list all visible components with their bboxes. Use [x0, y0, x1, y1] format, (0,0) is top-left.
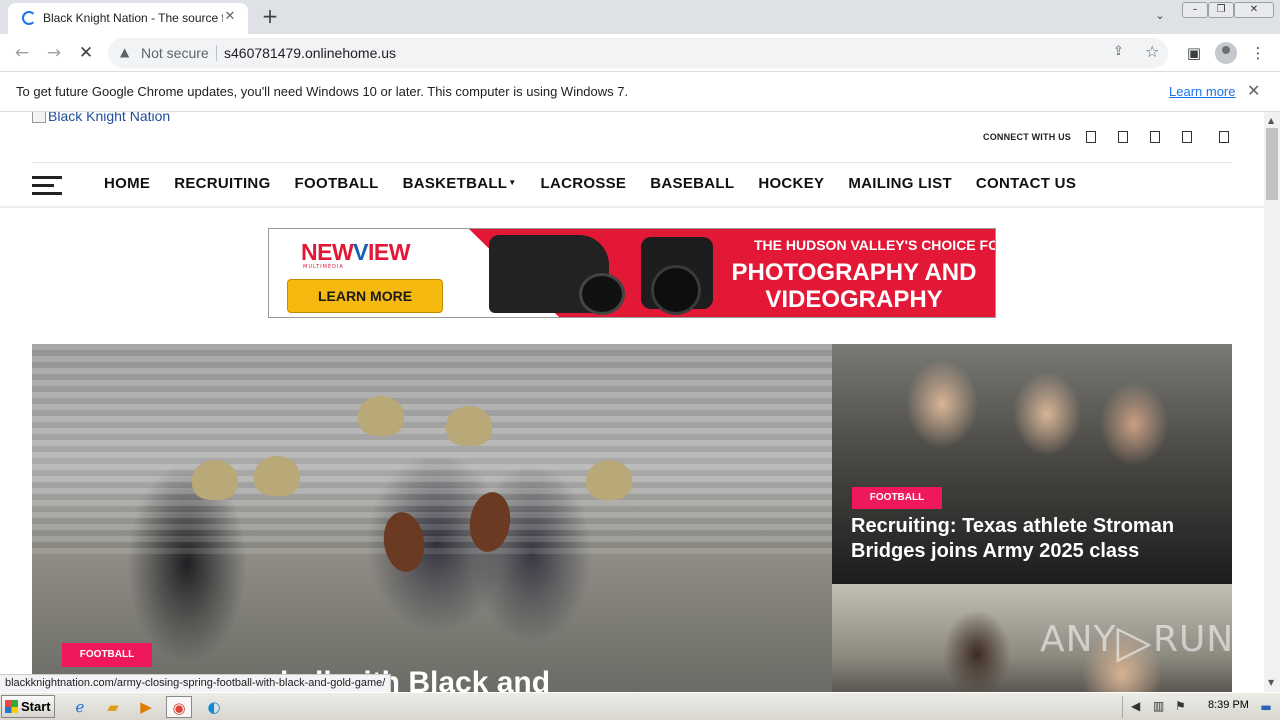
ad-brand-sub: MULTIMEDIA — [303, 264, 344, 270]
page-viewport: Black Knight Nation CONNECT WITH US HOME… — [0, 112, 1264, 692]
nav-baseball[interactable]: BASEBALL — [650, 175, 734, 192]
ad-tagline-large: PHOTOGRAPHY AND VIDEOGRAPHY — [731, 259, 977, 313]
ad-banner[interactable]: NEWVIEW MULTIMEDIA LEARN MORE THE HUDSON… — [268, 228, 996, 318]
taskbar-clock[interactable]: 8:39 PM — [1208, 699, 1249, 711]
stadium-seats — [32, 344, 832, 554]
page-scrollbar[interactable]: ▲ ▼ — [1264, 112, 1280, 692]
profile-icon[interactable] — [1215, 42, 1237, 64]
url-text[interactable]: s460781479.onlinehome.us — [224, 45, 396, 61]
edge-icon[interactable]: ◐ — [201, 696, 227, 718]
nav-basketball-label: BASKETBALL — [402, 175, 508, 192]
nav-football[interactable]: FOOTBALL — [295, 175, 379, 192]
status-bubble-url: blackknightnation.com/army-closing-sprin… — [0, 674, 392, 692]
card-category-badge[interactable]: FOOTBALL — [852, 487, 942, 509]
tab-close-icon[interactable]: ✕ — [222, 9, 238, 25]
tab-search-chevron-icon[interactable]: ⌄ — [1152, 9, 1168, 25]
site-logo[interactable]: Black Knight Nation — [32, 112, 170, 124]
update-infobar: To get future Google Chrome updates, you… — [0, 72, 1280, 112]
nav-home[interactable]: HOME — [104, 175, 150, 192]
start-button[interactable]: Start — [1, 695, 55, 718]
star-icon[interactable]: ☆ — [1145, 42, 1159, 61]
card-headline[interactable]: Recruiting: Texas athlete Stroman Bridge… — [851, 514, 1226, 564]
network-icon[interactable]: ▥ — [1153, 699, 1164, 713]
nav-basketball[interactable]: BASKETBALL▼ — [403, 175, 517, 192]
ad-brand-logo: NEWVIEW — [301, 239, 410, 265]
header-divider — [32, 162, 1232, 163]
anyrun-watermark: ANY▷RUN — [1040, 614, 1235, 668]
helmet-shape — [358, 396, 404, 436]
nav-lacrosse[interactable]: LACROSSE — [541, 175, 627, 192]
infobar-message: To get future Google Chrome updates, you… — [16, 84, 629, 99]
caret-down-icon: ▼ — [508, 178, 517, 187]
hero-article[interactable]: FOOTBALL ball with Black and — [32, 344, 832, 692]
social-icon[interactable] — [1219, 131, 1229, 143]
tab-strip: Black Knight Nation - The source for ✕ +… — [0, 0, 1280, 34]
minimize-button[interactable]: – — [1182, 2, 1208, 18]
system-tray: ◀ ▥ ⚑ — [1122, 696, 1278, 718]
social-icon[interactable] — [1118, 131, 1128, 143]
ad-tagline-small: THE HUDSON VALLEY'S CHOICE FOR — [754, 237, 996, 253]
dslr-camera-image — [641, 237, 713, 315]
nav-hockey[interactable]: HOCKEY — [758, 175, 824, 192]
broken-image-icon — [32, 112, 46, 123]
action-center-flag-icon[interactable]: ⚑ — [1175, 699, 1186, 713]
scroll-up-icon[interactable]: ▲ — [1268, 116, 1274, 125]
social-icon[interactable] — [1150, 131, 1160, 143]
logo-alt-text: Black Knight Nation — [48, 112, 171, 124]
new-tab-button[interactable]: + — [258, 6, 282, 28]
folder-icon[interactable]: ▰ — [100, 696, 126, 718]
kebab-menu-icon[interactable]: ⋮ — [1247, 42, 1269, 64]
hero-category-badge[interactable]: FOOTBALL — [62, 643, 152, 667]
restore-button[interactable]: ❐ — [1208, 2, 1234, 18]
side-panel-icon[interactable]: ▣ — [1183, 42, 1205, 64]
nav-mailing-list[interactable]: MAILING LIST — [848, 175, 952, 192]
infobar-close-icon[interactable]: ✕ — [1247, 81, 1260, 100]
window-close-button[interactable]: ✕ — [1234, 2, 1274, 18]
tab-title: Black Knight Nation - The source for — [43, 11, 223, 25]
show-desktop-icon[interactable]: ▬ — [1256, 696, 1276, 718]
helmet-shape — [586, 460, 632, 500]
play-icon: ▷ — [1116, 614, 1153, 668]
helmet-shape — [254, 456, 300, 496]
helmet-shape — [446, 406, 492, 446]
scrollbar-thumb[interactable] — [1266, 128, 1278, 200]
stop-icon[interactable]: ✕ — [75, 42, 97, 64]
browser-toolbar: ← → ✕ ▲ Not secure s460781479.onlinehome… — [0, 34, 1280, 72]
hamburger-icon[interactable] — [32, 176, 62, 196]
security-label[interactable]: Not secure — [141, 45, 209, 61]
share-icon[interactable]: ⇪ — [1113, 44, 1124, 59]
windows-taskbar: Start ℯ ▰ ▶ ◉ ◐ ◀ ▥ ⚑ 8:39 PM ▬ — [0, 692, 1280, 720]
social-icon[interactable] — [1086, 131, 1096, 143]
nav-shadow — [0, 206, 1264, 208]
ie-icon[interactable]: ℯ — [67, 696, 93, 718]
learn-more-link[interactable]: Learn more — [1169, 84, 1235, 99]
volume-icon[interactable]: ◀ — [1131, 699, 1140, 713]
helmet-shape — [192, 460, 238, 500]
browser-tab[interactable]: Black Knight Nation - The source for ✕ — [8, 3, 248, 34]
warning-icon[interactable]: ▲ — [120, 45, 129, 59]
nav-recruiting[interactable]: RECRUITING — [174, 175, 270, 192]
video-camera-image — [489, 235, 625, 315]
main-nav: HOME RECRUITING FOOTBALL BASKETBALL▼ LAC… — [104, 175, 1100, 192]
forward-arrow-icon[interactable]: → — [43, 42, 65, 64]
social-icon[interactable] — [1182, 131, 1192, 143]
nav-contact-us[interactable]: CONTACT US — [976, 175, 1076, 192]
scroll-down-icon[interactable]: ▼ — [1268, 678, 1274, 687]
omnibox-separator — [216, 45, 217, 61]
windows-flag-icon — [5, 700, 18, 713]
chrome-icon[interactable]: ◉ — [166, 696, 192, 718]
address-bar[interactable]: ▲ Not secure s460781479.onlinehome.us ⇪ … — [108, 38, 1168, 68]
connect-label: CONNECT WITH US — [983, 132, 1071, 142]
media-player-icon[interactable]: ▶ — [133, 696, 159, 718]
loading-spinner-icon — [22, 11, 36, 25]
back-arrow-icon[interactable]: ← — [11, 42, 33, 64]
ad-learn-more-button[interactable]: LEARN MORE — [287, 279, 443, 313]
article-card[interactable]: FOOTBALL Recruiting: Texas athlete Strom… — [832, 344, 1232, 584]
